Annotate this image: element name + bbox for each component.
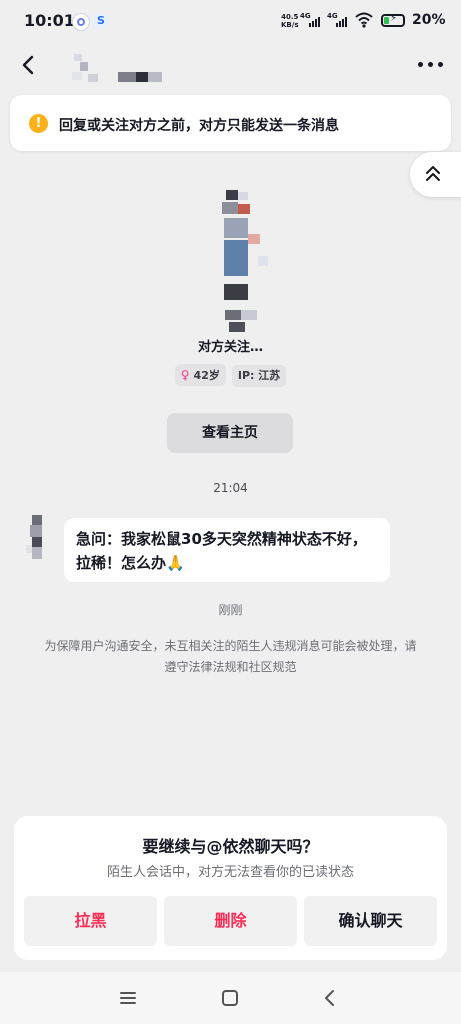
battery-icon: ⚡ xyxy=(381,13,405,27)
warning-icon: ! xyxy=(29,114,48,133)
block-button[interactable]: 拉黑 xyxy=(24,896,157,946)
more-options-button[interactable] xyxy=(413,54,449,74)
female-icon: ♀ xyxy=(180,368,190,382)
profile-avatar[interactable] xyxy=(200,190,270,300)
age-tag: ♀ 42岁 xyxy=(174,364,226,386)
menu-icon[interactable] xyxy=(116,986,140,1010)
back-button[interactable] xyxy=(14,50,44,80)
signal-icon: 4G xyxy=(300,12,324,27)
profile-name: 对方关注… xyxy=(197,340,263,355)
contact-avatar-name[interactable] xyxy=(68,54,168,84)
confirm-chat-button[interactable]: 确认聊天 xyxy=(304,896,437,946)
delete-button[interactable]: 删除 xyxy=(164,896,297,946)
back-nav-icon[interactable] xyxy=(318,986,342,1010)
app-notification-icon: S xyxy=(93,13,109,29)
network-speed: 40.5 KB/s xyxy=(281,13,299,29)
view-profile-button[interactable]: 查看主页 xyxy=(167,413,293,453)
profile-name-blur xyxy=(225,310,257,332)
sender-avatar[interactable] xyxy=(26,515,46,559)
ip-tag: IP: 江苏 xyxy=(231,365,287,387)
app-notification-icon xyxy=(72,13,90,31)
safety-notice: 为保障用户沟通安全，未互相关注的陌生人违规消息可能会被处理，请遵守法律法规和社区… xyxy=(44,639,417,674)
chat-header xyxy=(0,42,461,90)
prompt-title: 要继续与@依然聊天吗？ xyxy=(142,837,319,856)
notice-text: 回复或关注对方之前，对方只能发送一条消息 xyxy=(59,118,339,134)
battery-percent: 20% xyxy=(412,12,446,28)
home-icon[interactable] xyxy=(218,986,242,1010)
message-status: 刚刚 xyxy=(218,603,243,617)
continue-chat-prompt: 要继续与@依然聊天吗？ 陌生人会话中，对方无法查看你的已读状态 拉黑 删除 确认… xyxy=(14,816,447,960)
scroll-to-top-button[interactable] xyxy=(410,152,461,197)
message-limit-notice: ! 回复或关注对方之前，对方只能发送一条消息 xyxy=(10,95,451,151)
signal-icon: 4G xyxy=(327,12,351,27)
profile-tags: ♀ 42岁 IP: 江苏 xyxy=(0,364,461,387)
status-bar: 10:01 S 40.5 KB/s 4G 4G ⚡ 20% xyxy=(0,0,461,42)
prompt-subtitle: 陌生人会话中，对方无法查看你的已读状态 xyxy=(106,865,354,880)
message-timestamp: 21:04 xyxy=(213,481,248,495)
wifi-icon xyxy=(355,12,373,28)
message-text-line: 拉稀！怎么办🙏 xyxy=(76,554,185,572)
message-bubble[interactable]: 急问：我家松鼠30多天突然精神状态不好， 拉稀！怎么办🙏 xyxy=(64,518,390,582)
message-text-line: 急问：我家松鼠30多天突然精神状态不好， xyxy=(76,530,367,548)
status-time: 10:01 xyxy=(24,11,75,30)
system-navigation-bar xyxy=(0,972,461,1024)
